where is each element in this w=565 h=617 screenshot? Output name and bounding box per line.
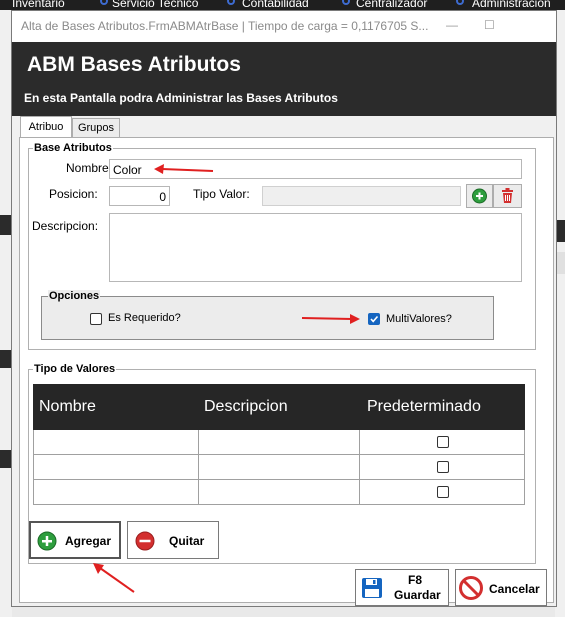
add-icon [472, 188, 487, 204]
quitar-button[interactable]: Quitar [127, 521, 219, 559]
predeterminado-checkbox[interactable] [437, 436, 449, 448]
delete-tipo-valor-button[interactable] [493, 184, 522, 208]
trash-icon [502, 188, 513, 203]
posicion-value: 0 [159, 190, 166, 204]
menu-bullet-icon [342, 0, 350, 5]
header-banner: ABM Bases Atributos En esta Pantalla pod… [12, 42, 556, 116]
background-menu-bar: Inventario Servicio Tecnico Contabilidad… [0, 0, 565, 10]
table-cell-nombre[interactable] [33, 430, 198, 455]
nombre-value: Color [113, 163, 142, 177]
posicion-label: Posicion: [49, 187, 98, 201]
base-atributos-legend: Base Atributos [33, 142, 113, 154]
tipo-valor-input[interactable] [262, 186, 461, 206]
tipo-valor-label: Tipo Valor: [193, 187, 250, 201]
menu-bullet-icon [227, 0, 235, 5]
multivalores-label: MultiValores? [386, 313, 452, 325]
descripcion-label: Descripcion: [32, 219, 99, 233]
guardar-button[interactable]: F8 Guardar [355, 569, 449, 606]
guardar-shortcut: F8 [408, 573, 423, 587]
multivalores-checkbox[interactable] [368, 313, 380, 325]
tipo-valores-legend: Tipo de Valores [33, 363, 117, 375]
tab-grupos[interactable]: Grupos [72, 118, 120, 138]
tab-label: Grupos [77, 122, 115, 134]
menu-administracion[interactable]: Administracion [472, 0, 551, 10]
cancelar-label: Cancelar [489, 582, 540, 596]
window-title: Alta de Bases Atributos.FrmABMAtrBase | … [21, 19, 429, 33]
annotation-arrow-icon [301, 314, 360, 324]
table-cell-nombre[interactable] [33, 455, 198, 480]
add-tipo-valor-button[interactable] [466, 184, 493, 208]
table-cell-predeterminado [359, 455, 525, 480]
column-header-descripcion[interactable]: Descripcion [204, 398, 288, 416]
cancelar-button[interactable]: Cancelar [455, 569, 547, 606]
maximize-icon[interactable]: ☐ [484, 18, 495, 32]
page-subtitle: En esta Pantalla podra Administrar las B… [24, 91, 338, 105]
es-requerido-label: Es Requerido? [108, 312, 181, 324]
tipo-valores-table: Nombre Descripcion Predeterminado [33, 384, 525, 505]
table-cell-descripcion[interactable] [198, 430, 359, 455]
annotation-arrow-icon [93, 563, 135, 593]
check-icon [370, 315, 379, 323]
menu-inventario[interactable]: Inventario [12, 0, 65, 10]
opciones-legend: Opciones [48, 290, 101, 302]
tab-label: Atribuo [28, 121, 64, 133]
annotation-arrow-icon [154, 164, 214, 174]
table-cell-predeterminado [359, 480, 525, 505]
guardar-label: Guardar [394, 588, 441, 602]
posicion-input[interactable]: 0 [109, 186, 170, 206]
es-requerido-checkbox[interactable] [90, 313, 102, 325]
agregar-label: Agregar [65, 534, 112, 548]
remove-icon [135, 531, 155, 551]
nombre-label: Nombre: [66, 161, 113, 175]
title-bar[interactable]: Alta de Bases Atributos.FrmABMAtrBase | … [12, 11, 556, 42]
descripcion-textarea[interactable] [109, 213, 522, 282]
tab-atribuo[interactable]: Atribuo [20, 116, 72, 138]
predeterminado-checkbox[interactable] [437, 486, 449, 498]
table-header: Nombre Descripcion Predeterminado [33, 384, 525, 430]
cancel-icon [459, 576, 483, 600]
minimize-icon[interactable]: — [446, 18, 458, 32]
menu-bullet-icon [100, 0, 108, 5]
add-icon [37, 531, 57, 551]
save-icon [362, 578, 382, 598]
predeterminado-checkbox[interactable] [437, 461, 449, 473]
table-cell-predeterminado [359, 430, 525, 455]
menu-contabilidad[interactable]: Contabilidad [242, 0, 309, 10]
table-cell-descripcion[interactable] [198, 455, 359, 480]
quitar-label: Quitar [169, 534, 205, 548]
column-header-predeterminado[interactable]: Predeterminado [367, 398, 481, 416]
menu-centralizador[interactable]: Centralizador [356, 0, 427, 10]
menu-servicio-tecnico[interactable]: Servicio Tecnico [112, 0, 198, 10]
column-header-nombre[interactable]: Nombre [39, 398, 96, 416]
agregar-button[interactable]: Agregar [29, 521, 121, 559]
menu-bullet-icon [456, 0, 464, 5]
table-cell-descripcion[interactable] [198, 480, 359, 505]
table-cell-nombre[interactable] [33, 480, 198, 505]
page-title: ABM Bases Atributos [27, 53, 241, 76]
